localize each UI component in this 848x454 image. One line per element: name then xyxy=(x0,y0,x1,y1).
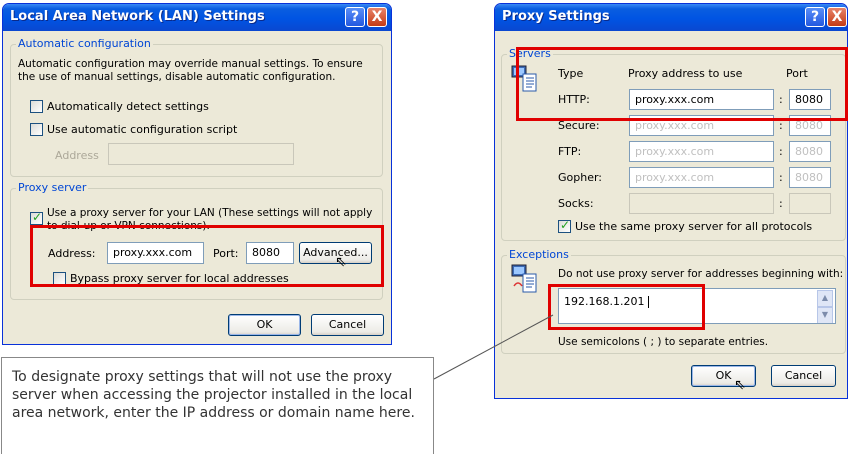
close-button[interactable]: X xyxy=(367,7,387,27)
script-address-label: Address xyxy=(55,149,99,162)
lan-ok-button[interactable]: OK xyxy=(228,314,301,336)
exceptions-hint: Use semicolons ( ; ) to separate entries… xyxy=(558,336,769,348)
http-proxy-highlight xyxy=(516,47,848,121)
proxy-server-legend: Proxy server xyxy=(16,181,89,194)
exceptions-network-icon xyxy=(511,264,537,293)
script-address-input[interactable] xyxy=(108,143,294,165)
proxy-cancel-button[interactable]: Cancel xyxy=(771,365,836,387)
auto-config-legend: Automatic configuration xyxy=(16,37,153,50)
auto-script-label[interactable]: Use automatic configuration script xyxy=(47,123,237,136)
gopher-port-input[interactable]: 8080 xyxy=(789,167,831,188)
port-separator: : xyxy=(779,171,783,184)
lan-settings-dialog: Local Area Network (LAN) Settings ? X Au… xyxy=(2,3,392,345)
exceptions-description: Do not use proxy server for addresses be… xyxy=(558,268,844,280)
lan-cancel-button[interactable]: Cancel xyxy=(311,314,384,336)
ftp-port-input[interactable]: 8080 xyxy=(789,141,831,162)
auto-script-checkbox[interactable] xyxy=(30,123,43,136)
gopher-address-input[interactable]: proxy.xxx.com xyxy=(629,167,774,188)
proxy-address-highlight xyxy=(30,225,384,287)
mouse-cursor-icon: ⇖ xyxy=(734,377,746,393)
same-proxy-label[interactable]: Use the same proxy server for all protoc… xyxy=(575,220,812,233)
auto-config-description: Automatic configuration may override man… xyxy=(18,58,363,83)
auto-config-group: Automatic configuration Automatic config… xyxy=(10,37,383,177)
server-type-label: Gopher: xyxy=(558,171,603,184)
auto-detect-label[interactable]: Automatically detect settings xyxy=(47,100,209,113)
explanation-callout: To designate proxy settings that will no… xyxy=(1,357,434,454)
proxy-dialog-title: Proxy Settings xyxy=(502,9,610,24)
lan-dialog-title: Local Area Network (LAN) Settings xyxy=(10,9,265,24)
server-type-label: FTP: xyxy=(558,145,582,158)
help-button[interactable]: ? xyxy=(345,7,365,27)
exceptions-input-highlight xyxy=(548,284,705,330)
proxy-help-button[interactable]: ? xyxy=(805,7,825,27)
exceptions-legend: Exceptions xyxy=(507,248,571,261)
proxy-title-bar[interactable]: Proxy Settings ? X xyxy=(495,4,847,31)
lan-title-bar[interactable]: Local Area Network (LAN) Settings ? X xyxy=(3,4,391,31)
use-proxy-checkbox[interactable] xyxy=(30,210,43,225)
port-separator: : xyxy=(779,145,783,158)
ftp-address-input[interactable]: proxy.xxx.com xyxy=(629,141,774,162)
scroll-down-arrow[interactable]: ▼ xyxy=(817,307,833,323)
port-separator: : xyxy=(779,197,783,210)
proxy-close-button[interactable]: X xyxy=(827,7,847,27)
same-proxy-checkbox[interactable] xyxy=(558,218,571,233)
socks-port-input[interactable] xyxy=(789,193,831,214)
scroll-up-arrow[interactable]: ▲ xyxy=(817,290,833,307)
socks-address-input[interactable] xyxy=(629,193,774,214)
proxy-ok-button[interactable]: OK xyxy=(691,365,756,387)
server-type-label: Socks: xyxy=(558,197,594,210)
auto-detect-checkbox[interactable] xyxy=(30,100,43,113)
